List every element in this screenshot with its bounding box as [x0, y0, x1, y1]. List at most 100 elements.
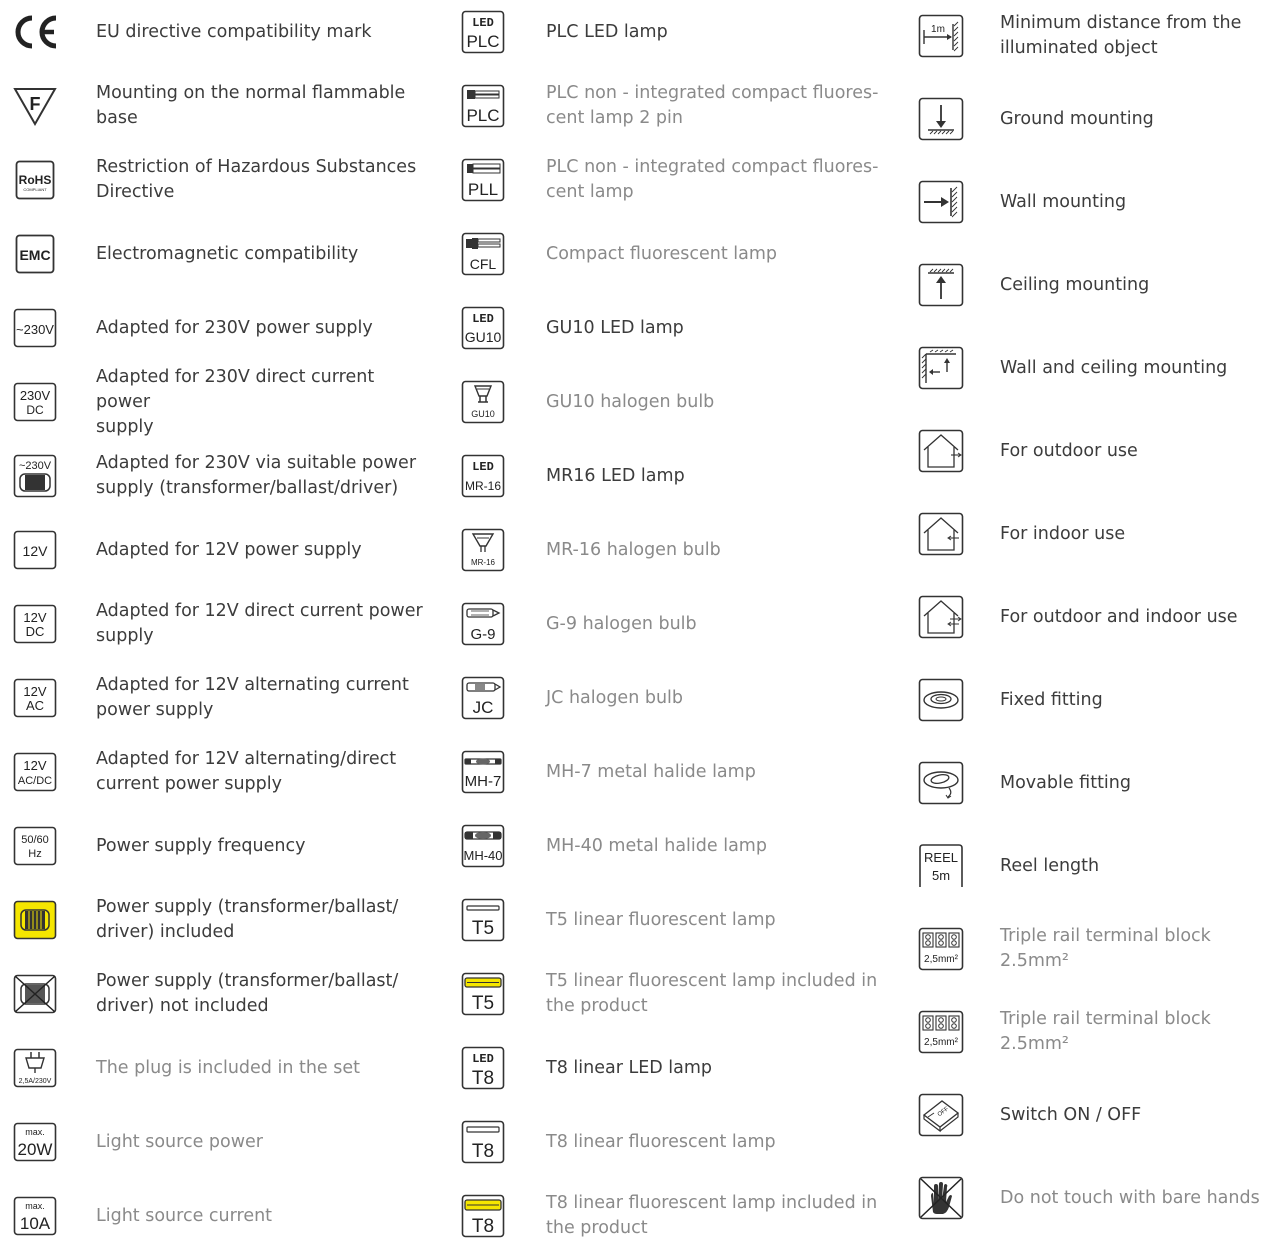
- distance-text: 1m: [931, 24, 945, 35]
- mr16-text: MR-16: [465, 479, 501, 493]
- legend-row: G-9 G-9 halogen bulb: [460, 601, 697, 647]
- legend-row: MH-7 MH-7 metal halide lamp: [460, 749, 756, 795]
- column-mounting: 1m Minimum distance from the illuminated…: [918, 0, 1275, 1241]
- legend-label: For outdoor use: [1000, 440, 1138, 461]
- hz-text: Hz: [28, 848, 41, 860]
- legend-label: T8 linear fluorescent lamp included in t…: [546, 1193, 878, 1238]
- t8-text: T8: [472, 1068, 494, 1089]
- no-bare-hands-icon: [918, 1175, 964, 1221]
- g9-text: G-9: [470, 626, 495, 643]
- legend-label: Fixed fitting: [1000, 689, 1103, 710]
- legend-row: 2,5mm² Triple rail terminal block 2.5mm²: [918, 1009, 1275, 1055]
- wall-mounting-icon: [918, 179, 964, 225]
- t5-included-icon: T5: [460, 971, 506, 1017]
- legend-row: RoHS COMPLIANT Restriction of Hazardous S…: [12, 157, 416, 203]
- legend-label: Adapted for 12V alternating/direct curre…: [96, 749, 397, 794]
- mm-text: 2,5mm²: [924, 954, 959, 965]
- max-10a-icon: max. 10A: [12, 1193, 58, 1239]
- frequency-icon: 50/60 Hz: [12, 823, 58, 869]
- legend-label: T5 linear fluorescent lamp included in t…: [546, 971, 878, 1016]
- legend-row: PLL PLC non - integrated compact fluores…: [460, 157, 878, 203]
- mh7-icon: MH-7: [460, 749, 506, 795]
- frequency-text: 50/60: [21, 834, 49, 846]
- cfl-text: CFL: [470, 256, 497, 272]
- 20w-text: 20W: [18, 1140, 53, 1159]
- legend-row: max. 10A Light source current: [12, 1193, 272, 1239]
- plug-icon: 2,5A/230V: [12, 1045, 58, 1091]
- t8-icon: T8: [460, 1119, 506, 1165]
- legend-label: Wall mounting: [1000, 191, 1127, 212]
- 12v-text: 12V: [23, 684, 46, 699]
- off-text: OFF: [937, 1106, 951, 1118]
- pll-text: PLL: [468, 180, 498, 199]
- plug-rating-text: 2,5A/230V: [19, 1078, 52, 1085]
- g9-icon: G-9: [460, 601, 506, 647]
- legend-label: For indoor use: [1000, 523, 1126, 544]
- 230v-dc-icon: 230V DC: [12, 379, 58, 425]
- dc-text: DC: [26, 624, 45, 639]
- legend-label: Power supply (transformer/ballast/ drive…: [96, 971, 399, 1016]
- dc-text: DC: [26, 403, 44, 417]
- legend-label: PLC LED lamp: [546, 21, 668, 42]
- legend-label: Switch ON / OFF: [1000, 1104, 1142, 1125]
- reel-icon: REEL 5m: [918, 843, 964, 889]
- legend-label: Minimum distance from the illuminated ob…: [1000, 13, 1242, 58]
- jc-icon: JC: [460, 675, 506, 721]
- legend-row: ~230V Adapted for 230V via suitable powe…: [12, 453, 416, 499]
- legend-row: MR-16 MR-16 halogen bulb: [460, 527, 721, 573]
- 12v-text: 12V: [23, 610, 46, 625]
- fixed-fitting-icon: [918, 677, 964, 723]
- led-plc-icon: LED PLC: [460, 9, 506, 55]
- legend-label: Light source current: [96, 1205, 273, 1226]
- legend-row: CFL Compact fluorescent lamp: [460, 231, 777, 277]
- led-t8-icon: LED T8: [460, 1045, 506, 1091]
- min-distance-icon: 1m: [918, 13, 964, 59]
- legend-row: LED MR-16 MR16 LED lamp: [460, 453, 685, 499]
- legend-row: Wall and ceiling mounting: [918, 345, 1227, 391]
- legend-label: Adapted for 230V direct current power su…: [96, 366, 375, 437]
- legend-row: T5 T5 linear fluorescent lamp included i…: [460, 971, 877, 1017]
- legend-label: Power supply frequency: [96, 835, 306, 856]
- legend-label: Reel length: [1000, 855, 1100, 876]
- legend-row: Fixed fitting: [918, 677, 1103, 723]
- legend-label: Triple rail terminal block 2.5mm²: [1000, 1009, 1211, 1054]
- legend-row: Power supply (transformer/ballast/ drive…: [12, 971, 398, 1017]
- legend-label: MH-40 metal halide lamp: [546, 835, 767, 856]
- cfl-icon: CFL: [460, 231, 506, 277]
- ac-text: AC: [26, 698, 44, 713]
- legend-row: MH-40 MH-40 metal halide lamp: [460, 823, 767, 869]
- legend-row: T5 T5 linear fluorescent lamp: [460, 897, 776, 943]
- legend-row: 12V AC Adapted for 12V alternating curren…: [12, 675, 409, 721]
- plc-text: PLC: [466, 106, 499, 125]
- legend-label: T8 linear fluorescent lamp: [546, 1131, 776, 1152]
- legend-label: T8 linear LED lamp: [546, 1057, 713, 1078]
- legend-row: 12V DC Adapted for 12V direct current pow…: [12, 601, 423, 647]
- led-text: LED: [472, 312, 494, 326]
- 230v-driver-icon: ~230V: [12, 453, 58, 499]
- plc-2pin-icon: PLC: [460, 83, 506, 129]
- legend-row: 12V AC/DC Adapted for 12V alternating/dir…: [12, 749, 396, 795]
- legend-label: Triple rail terminal block 2.5mm²: [1000, 926, 1211, 971]
- legend-row: OFF Switch ON / OFF: [918, 1092, 1141, 1138]
- mh40-icon: MH-40: [460, 823, 506, 869]
- legend-row: For outdoor and indoor use: [918, 594, 1238, 640]
- 12v-text: 12V: [23, 758, 46, 773]
- legend-label: Power supply (transformer/ballast/ drive…: [96, 897, 399, 942]
- 12v-icon: 12V: [12, 527, 58, 573]
- max-20w-icon: max. 20W: [12, 1119, 58, 1165]
- mh40-text: MH-40: [463, 848, 502, 863]
- 230v-icon: ~230V: [12, 305, 58, 351]
- emc-text: EMC: [19, 247, 50, 263]
- legend-row: EU directive compatibility mark: [12, 9, 372, 55]
- indoor-icon: [918, 511, 964, 557]
- legend-label: MH-7 metal halide lamp: [546, 761, 756, 782]
- t8-included-icon: T8: [460, 1193, 506, 1239]
- t5-icon: T5: [460, 897, 506, 943]
- legend-label: PLC non - integrated compact fluores- ce…: [546, 157, 879, 202]
- reel-length-text: 5m: [932, 868, 950, 883]
- driver-included-icon: [12, 897, 58, 943]
- legend-label: Compact fluorescent lamp: [546, 243, 778, 264]
- max-text: max.: [25, 1201, 45, 1211]
- 12v-acdc-icon: 12V AC/DC: [12, 749, 58, 795]
- legend-row: Power supply (transformer/ballast/ drive…: [12, 897, 398, 943]
